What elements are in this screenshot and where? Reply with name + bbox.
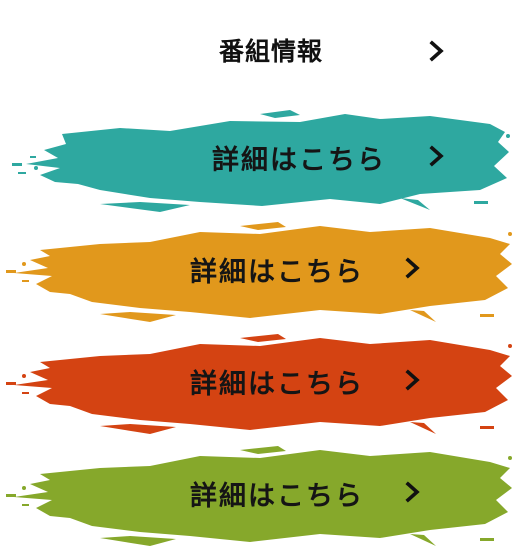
chevron-right-icon xyxy=(405,481,420,503)
chevron-right-icon xyxy=(405,257,420,279)
detail-button-label: 詳細はこちら xyxy=(212,145,386,176)
detail-button-label: 詳細はこちら xyxy=(190,257,364,288)
chevron-right-icon xyxy=(429,145,444,167)
program-info-link[interactable]: 番組情報 xyxy=(0,22,518,82)
program-info-label: 番組情報 xyxy=(219,37,324,66)
detail-button-label: 詳細はこちら xyxy=(190,369,364,400)
chevron-right-icon xyxy=(429,40,444,62)
detail-button-orange[interactable]: 詳細はこちら xyxy=(0,218,518,330)
detail-button-red[interactable]: 詳細はこちら xyxy=(0,330,518,442)
detail-button-label: 詳細はこちら xyxy=(190,481,364,512)
detail-button-teal[interactable]: 詳細はこちら xyxy=(0,106,518,218)
page: 番組情報 詳細はこちら 詳細はこちら 詳細はこちら 詳細はこちら xyxy=(0,0,518,560)
chevron-right-icon xyxy=(405,369,420,391)
detail-button-green[interactable]: 詳細はこちら xyxy=(0,442,518,554)
